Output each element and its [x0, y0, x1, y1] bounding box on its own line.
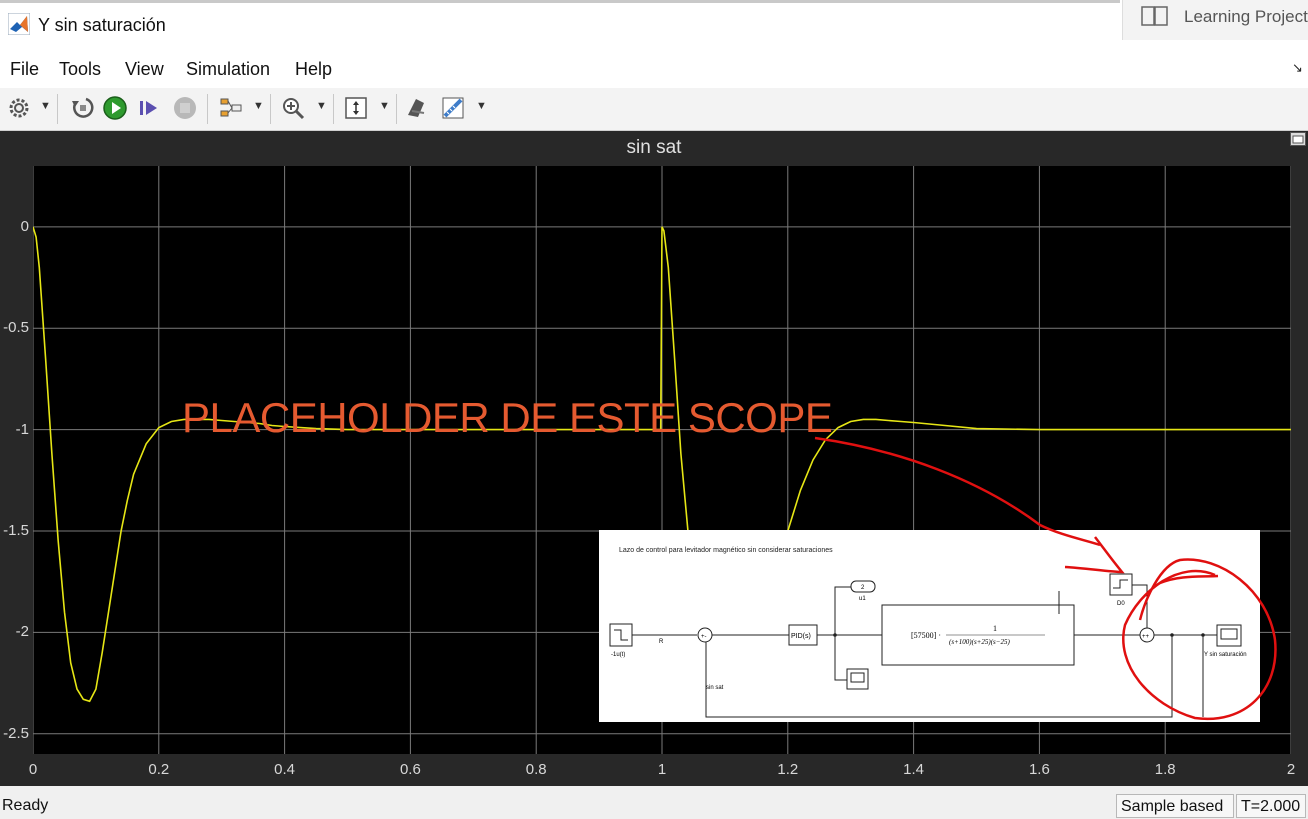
outport-label: u1 — [859, 596, 866, 602]
undock-icon[interactable]: ↘ — [1292, 60, 1303, 76]
feedback-label: sin sat — [706, 685, 724, 691]
y-tick-label: -2.5 — [3, 724, 29, 742]
x-tick-label: 1.8 — [1154, 761, 1176, 778]
step-back-icon[interactable] — [70, 95, 96, 121]
settings-gear-icon[interactable] — [6, 95, 32, 121]
toolbar-separator — [333, 94, 334, 124]
diagram-title: Lazo de control para levitador magnético… — [619, 547, 833, 554]
pid-label: PID(s) — [791, 633, 811, 640]
learning-project-label[interactable]: Learning Project — [1184, 7, 1308, 27]
x-tick-label: 2 — [1286, 761, 1296, 778]
placeholder-annotation: PLACEHOLDER DE ESTE SCOPE — [182, 394, 833, 441]
x-tick-label: 1.6 — [1028, 761, 1050, 778]
menu-help[interactable]: Help — [295, 59, 332, 80]
toolbar-separator — [207, 94, 208, 124]
step-forward-icon[interactable] — [136, 95, 162, 121]
time-indicator: T=2.000 — [1236, 794, 1306, 818]
x-tick-label: 0.6 — [399, 761, 421, 778]
highlight-simulink-block-icon[interactable] — [404, 95, 430, 121]
step-label: -1u(t) — [611, 652, 625, 658]
x-tick-label: 0 — [28, 761, 38, 778]
x-tick-label: 1.2 — [777, 761, 799, 778]
x-tick-label: 0.2 — [148, 761, 170, 778]
y-tick-label: -1 — [15, 420, 29, 438]
run-icon[interactable] — [102, 95, 128, 121]
r-label: R — [659, 639, 664, 645]
scale-dropdown-icon[interactable]: ▼ — [379, 100, 390, 112]
zoom-dropdown-icon[interactable]: ▼ — [316, 100, 327, 112]
title-bar — [0, 0, 1308, 52]
measurement-dropdown-icon[interactable]: ▼ — [476, 100, 487, 112]
stop-icon[interactable] — [172, 95, 198, 121]
sum-sign-2: ++ — [1142, 634, 1150, 640]
restore-window-icon[interactable] — [1290, 132, 1306, 146]
menu-simulation[interactable]: Simulation — [186, 59, 270, 80]
x-tick-label: 0.8 — [525, 761, 547, 778]
plot-title: sin sat — [626, 137, 682, 158]
window-edge — [0, 0, 1120, 3]
signal-selector-icon[interactable] — [218, 95, 244, 121]
y-tick-label: -1.5 — [3, 521, 29, 539]
x-tick-label: 1 — [657, 761, 667, 778]
plant-numerator: 1 — [993, 624, 997, 633]
settings-dropdown-icon[interactable]: ▼ — [40, 100, 51, 112]
sum-sign-1: +- — [701, 634, 707, 640]
status-ready: Ready — [2, 797, 49, 814]
zoom-in-icon[interactable] — [280, 95, 306, 121]
y-tick-label: -0.5 — [3, 319, 29, 337]
plant-gain: [57500] · — [911, 631, 941, 640]
matlab-logo-icon — [8, 13, 30, 35]
book-icon — [1141, 6, 1168, 26]
toolbar-separator — [270, 94, 271, 124]
sample-mode-indicator: Sample based — [1116, 794, 1234, 818]
window-title: Y sin saturación — [38, 15, 166, 35]
measurement-icon[interactable] — [440, 95, 466, 121]
d0-label: D0 — [1117, 601, 1125, 607]
y-tick-label: -2 — [15, 623, 29, 641]
y-tick-label: 0 — [20, 217, 29, 235]
menu-view[interactable]: View — [125, 59, 164, 80]
x-tick-label: 0.4 — [274, 761, 296, 778]
simulink-diagram-inset: Lazo de control para levitador magnético… — [599, 530, 1260, 722]
menu-tools[interactable]: Tools — [59, 59, 101, 80]
status-bar — [0, 793, 1308, 819]
toolbar-separator — [396, 94, 397, 124]
menu-file[interactable]: File — [10, 59, 39, 80]
signal-dropdown-icon[interactable]: ▼ — [253, 100, 264, 112]
plant-denominator: (s+100)(s+25)(s−25) — [949, 638, 1010, 646]
toolbar-separator — [57, 94, 58, 124]
scale-axes-icon[interactable] — [343, 95, 369, 121]
x-tick-label: 1.4 — [903, 761, 925, 778]
d0-step-block — [1109, 573, 1133, 596]
scope-y-label: Y sin saturación — [1204, 652, 1247, 658]
